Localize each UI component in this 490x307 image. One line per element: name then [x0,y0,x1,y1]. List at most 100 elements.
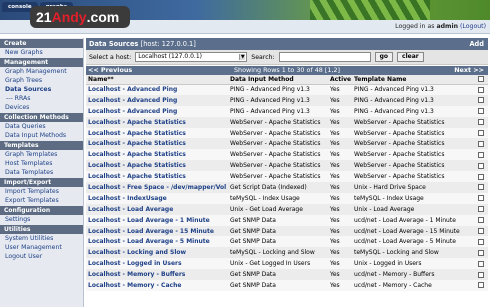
data-source-name-link[interactable]: Localhost - Apache Statistics [86,160,228,172]
sidebar-item[interactable]: Data Queries [0,122,83,131]
row-checkbox[interactable] [478,97,484,104]
row-checkbox[interactable] [478,184,484,191]
table-row: Localhost - Locking and Slow teMySQL - Lo… [86,247,488,259]
template-name-cell: ucd/net - Load Average - 5 Minute [352,236,476,248]
row-select-cell [476,236,488,248]
active-cell: Yes [328,214,352,226]
template-name-cell: WebServer - Apache Statistics [352,149,476,161]
data-input-method-cell: WebServer - Apache Statistics [228,138,328,150]
row-select-cell [476,116,488,128]
clear-button[interactable]: clear [397,52,424,62]
chevron-down-icon: ▼ [239,54,246,60]
data-source-name-link[interactable]: Localhost - Load Average [86,203,228,215]
row-checkbox[interactable] [478,151,484,158]
add-link[interactable]: Add [469,38,484,50]
data-source-name-link[interactable]: Localhost - Apache Statistics [86,171,228,183]
sidebar-item[interactable]: System Utilities [0,234,83,243]
table-row: Localhost - Apache Statistics WebServer -… [86,149,488,161]
data-source-name-link[interactable]: Localhost - IndexUsage [86,192,228,204]
data-source-name-link[interactable]: Localhost - Memory - Buffers [86,269,228,281]
data-input-method-cell: WebServer - Apache Statistics [228,171,328,183]
search-input[interactable] [278,52,371,62]
data-source-name-link[interactable]: Localhost - Load Average - 1 Minute [86,214,228,226]
row-checkbox[interactable] [478,195,484,202]
row-select-cell [476,247,488,259]
next-link[interactable]: Next >> [454,66,484,75]
row-checkbox[interactable] [478,108,484,115]
sidebar-item[interactable]: Data Input Methods [0,131,83,140]
sidebar-item[interactable]: Graph Trees [0,76,83,85]
column-header-template[interactable]: Template Name [352,75,476,85]
host-select-label: Select a host: [89,53,132,61]
sidebar-item[interactable]: Graph Templates [0,150,83,159]
data-source-name-link[interactable]: Localhost - Apache Statistics [86,138,228,150]
active-cell: Yes [328,280,352,291]
template-name-cell: PING - Advanced Ping v1.3 [352,94,476,106]
row-checkbox[interactable] [478,271,484,278]
data-input-method-cell: Get SNMP Data [228,236,328,248]
select-all-checkbox[interactable] [478,76,484,83]
data-input-method-cell: teMySQL - Index Usage [228,192,328,204]
data-source-name-link[interactable]: Localhost - Advanced Ping [86,84,228,95]
data-source-name-link[interactable]: Localhost - Advanced Ping [86,94,228,106]
data-source-name-link[interactable]: Localhost - Advanced Ping [86,105,228,117]
sidebar-item[interactable]: Data Templates [0,168,83,177]
row-checkbox[interactable] [478,173,484,180]
sidebar-item[interactable]: Settings [0,215,83,224]
data-source-name-link[interactable]: Localhost - Load Average - 15 Minute [86,225,228,237]
data-source-name-link[interactable]: Localhost - Load Average - 5 Minute [86,236,228,248]
column-header-active[interactable]: Active [328,75,352,85]
sidebar-item[interactable]: Devices [0,103,83,112]
column-header-select-all[interactable] [476,75,488,85]
sidebar-item[interactable]: Export Templates [0,196,83,205]
main-content: Data Sources [host: 127.0.0.1] Add Selec… [86,38,488,307]
data-input-method-cell: PING - Advanced Ping v1.3 [228,84,328,95]
data-source-name-link[interactable]: Localhost - Logged in Users [86,258,228,270]
row-checkbox[interactable] [478,140,484,147]
row-checkbox[interactable] [478,228,484,235]
sidebar-item[interactable]: Host Templates [0,159,83,168]
row-checkbox[interactable] [478,238,484,245]
template-name-cell: Unix - Logged in Users [352,258,476,270]
row-checkbox[interactable] [478,249,484,256]
sidebar-item[interactable]: Logout User [0,252,83,261]
sidebar-item[interactable]: --- RRAs [0,94,83,103]
table-row: Localhost - Logged in Users Unix - Get Lo… [86,258,488,270]
sidebar-item[interactable]: User Management [0,243,83,252]
sidebar-section-header: Configuration [0,206,83,215]
column-header-name[interactable]: Name** [86,75,228,85]
active-cell: Yes [328,116,352,128]
data-input-method-cell: PING - Advanced Ping v1.3 [228,105,328,117]
row-checkbox[interactable] [478,162,484,169]
host-select[interactable]: Localhost (127.0.0.1) ▼ [135,52,248,62]
data-source-name-link[interactable]: Localhost - Free Space - /dev/mapper/Vol [86,182,228,193]
data-input-method-cell: Unix - Get Load Average [228,203,328,215]
sidebar-item[interactable]: Graph Management [0,67,83,76]
active-cell: Yes [328,247,352,259]
row-checkbox[interactable] [478,260,484,267]
active-cell: Yes [328,149,352,161]
logout-link[interactable]: (Logout) [460,23,486,30]
sidebar-item[interactable]: Data Sources [0,85,83,94]
table-row: Localhost - Memory - Cache Get SNMP Data Y… [86,280,488,291]
row-select-cell [476,225,488,237]
row-checkbox[interactable] [478,217,484,224]
data-source-name-link[interactable]: Localhost - Apache Statistics [86,149,228,161]
column-header-input-method[interactable]: Data Input Method [228,75,328,85]
row-checkbox[interactable] [478,282,484,289]
data-source-name-link[interactable]: Localhost - Locking and Slow [86,247,228,259]
row-checkbox[interactable] [478,119,484,126]
sidebar-section-header: Templates [0,141,83,150]
row-select-cell [476,105,488,117]
row-checkbox[interactable] [478,206,484,213]
sidebar-item[interactable]: New Graphs [0,48,83,57]
row-checkbox[interactable] [478,130,484,136]
go-button[interactable]: go [374,52,394,62]
template-name-cell: teMySQL - Index Usage [352,192,476,204]
template-name-cell: Unix - Load Average [352,203,476,215]
data-source-name-link[interactable]: Localhost - Apache Statistics [86,127,228,139]
data-source-name-link[interactable]: Localhost - Memory - Cache [86,280,228,291]
data-source-name-link[interactable]: Localhost - Apache Statistics [86,116,228,128]
row-checkbox[interactable] [478,86,484,93]
sidebar-item[interactable]: Import Templates [0,187,83,196]
